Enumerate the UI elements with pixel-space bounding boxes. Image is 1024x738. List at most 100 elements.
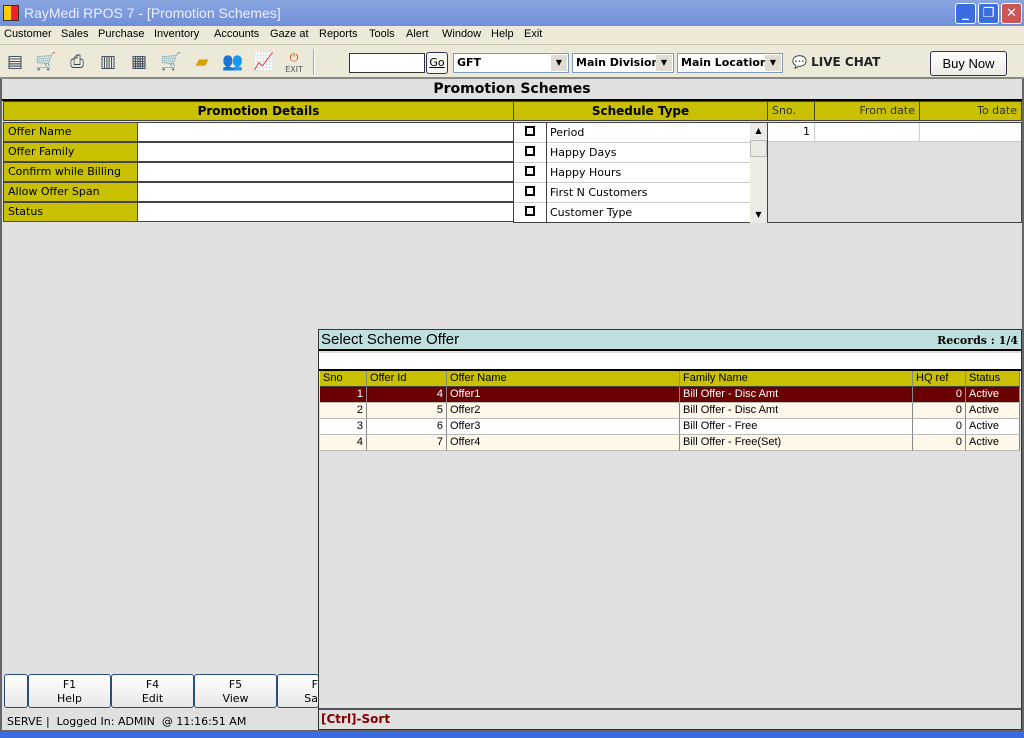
scrollbar[interactable]: ▲ ▼ [750, 123, 767, 223]
table-row[interactable]: 2 5 Offer2 Bill Offer - Disc Amt 0 Active [320, 403, 1020, 419]
exit-button[interactable]: ⏻ EXIT [283, 51, 305, 74]
column-header-hq-ref[interactable]: HQ ref [913, 371, 966, 387]
chart-icon[interactable]: 📈 [253, 52, 275, 72]
date-row-from[interactable] [815, 123, 920, 142]
menu-accounts[interactable]: Accounts [214, 28, 259, 40]
barcode-icon[interactable]: ▥ [97, 52, 119, 72]
printer-icon[interactable]: ⎙ [66, 52, 88, 72]
cell-hq-ref: 0 [913, 403, 966, 419]
scroll-thumb[interactable] [750, 140, 767, 157]
sales-cart-icon[interactable]: 🛒 [35, 52, 57, 72]
chevron-down-icon[interactable]: ▼ [551, 55, 567, 71]
date-grid: 1 [767, 122, 1022, 223]
users-icon[interactable]: 👥 [222, 52, 244, 72]
fkey-label: Help [56, 692, 83, 705]
document-icon[interactable]: ▦ [128, 52, 150, 72]
scroll-down-icon[interactable]: ▼ [750, 207, 767, 223]
popup-search-input[interactable] [319, 353, 1021, 371]
f-save-button[interactable]: F Sa [277, 674, 319, 708]
menu-help[interactable]: Help [491, 28, 514, 40]
column-header-offer-name[interactable]: Offer Name [447, 371, 680, 387]
menu-sales[interactable]: Sales [61, 28, 89, 40]
date-row-sno[interactable]: 1 [768, 123, 815, 142]
checkbox[interactable] [525, 166, 535, 176]
checkbox[interactable] [525, 206, 535, 216]
fkey-key: F4 [145, 678, 160, 691]
schedule-label: Period [550, 126, 585, 139]
purchase-cart-icon[interactable]: 🛒 [160, 52, 182, 72]
cell-hq-ref: 0 [913, 387, 966, 403]
cell-sno: 2 [320, 403, 367, 419]
ledger-icon[interactable]: ▤ [4, 52, 26, 72]
cell-hq-ref: 0 [913, 419, 966, 435]
menu-alert[interactable]: Alert [406, 28, 429, 40]
checkbox-column-divider [546, 123, 547, 223]
buy-now-button[interactable]: Buy Now [930, 51, 1007, 76]
schedule-item-customer-type[interactable]: Customer Type [514, 203, 750, 223]
offer-name-input[interactable] [137, 122, 514, 142]
menu-bar: Customer Sales Purchase Inventory Accoun… [0, 26, 1024, 45]
menu-reports[interactable]: Reports [319, 28, 358, 40]
column-header-status[interactable]: Status [966, 371, 1020, 387]
schedule-type-list: Period Happy Days Happy Hours First N Cu… [513, 122, 768, 223]
f5-view-button[interactable]: F5 View [194, 674, 277, 708]
folder-icon[interactable]: ▰ [191, 52, 213, 72]
status-input[interactable] [137, 202, 514, 222]
cell-offer-name: Offer2 [447, 403, 680, 419]
menu-purchase[interactable]: Purchase [98, 28, 144, 40]
schedule-item-happy-hours[interactable]: Happy Hours [514, 163, 750, 183]
fkey-blank[interactable] [4, 674, 28, 708]
column-header-family-name[interactable]: Family Name [680, 371, 913, 387]
field-label-offer-family: Offer Family [3, 142, 138, 162]
promotion-details-header: Promotion Details [3, 101, 514, 121]
division-select[interactable]: Main Division ▼ [572, 53, 674, 73]
menu-exit[interactable]: Exit [524, 28, 542, 40]
cell-offer-id: 7 [367, 435, 447, 451]
menu-customer[interactable]: Customer [4, 28, 52, 40]
schedule-item-happy-days[interactable]: Happy Days [514, 143, 750, 163]
menu-gaze-at[interactable]: Gaze at [270, 28, 309, 40]
chevron-down-icon[interactable]: ▼ [656, 55, 672, 71]
select-scheme-offer-popup: Select Scheme Offer Records : 1/4 Sno Off… [318, 329, 1022, 730]
menu-window[interactable]: Window [442, 28, 481, 40]
close-button[interactable]: ✕ [1001, 3, 1022, 24]
menu-tools[interactable]: Tools [369, 28, 395, 40]
restore-button[interactable]: ❐ [978, 3, 999, 24]
cell-offer-id: 5 [367, 403, 447, 419]
exit-label: EXIT [285, 65, 303, 74]
live-chat-button[interactable]: 💬 LIVE CHAT [792, 55, 880, 69]
checkbox[interactable] [525, 126, 535, 136]
main-area: Promotion Schemes Promotion Details Sche… [0, 79, 1024, 732]
f4-edit-button[interactable]: F4 Edit [111, 674, 194, 708]
schedule-item-period[interactable]: Period [514, 123, 750, 143]
location-select[interactable]: Main Location ▼ [677, 53, 783, 73]
column-header-offer-id[interactable]: Offer Id [367, 371, 447, 387]
minimize-button[interactable]: _ [955, 3, 976, 24]
date-row-to[interactable] [920, 123, 1021, 142]
records-count: Records : 1/4 [937, 334, 1018, 347]
allow-offer-span-input[interactable] [137, 182, 514, 202]
column-header-sno[interactable]: Sno [320, 371, 367, 387]
go-button[interactable]: Go [426, 52, 448, 74]
cell-status: Active [966, 419, 1020, 435]
cell-hq-ref: 0 [913, 435, 966, 451]
company-value: GFT [457, 56, 482, 69]
schedule-item-first-n-customers[interactable]: First N Customers [514, 183, 750, 203]
checkbox[interactable] [525, 186, 535, 196]
menu-inventory[interactable]: Inventory [154, 28, 199, 40]
offer-family-input[interactable] [137, 142, 514, 162]
field-label-status: Status [3, 202, 138, 222]
toolbar: ▤ 🛒 ⎙ ▥ ▦ 🛒 ▰ 👥 📈 ⏻ EXIT Go GFT ▼ Main Div… [0, 45, 1024, 79]
search-input[interactable] [349, 53, 425, 73]
confirm-billing-input[interactable] [137, 162, 514, 182]
scroll-up-icon[interactable]: ▲ [750, 123, 767, 139]
company-select[interactable]: GFT ▼ [453, 53, 569, 73]
checkbox[interactable] [525, 146, 535, 156]
table-row[interactable]: 4 7 Offer4 Bill Offer - Free(Set) 0 Active [320, 435, 1020, 451]
table-row[interactable]: 3 6 Offer3 Bill Offer - Free 0 Active [320, 419, 1020, 435]
page-title: Promotion Schemes [2, 81, 1022, 101]
chevron-down-icon[interactable]: ▼ [765, 55, 781, 71]
schedule-label: First N Customers [550, 186, 648, 199]
table-row[interactable]: 1 4 Offer1 Bill Offer - Disc Amt 0 Active [320, 387, 1020, 403]
f1-help-button[interactable]: F1 Help [28, 674, 111, 708]
